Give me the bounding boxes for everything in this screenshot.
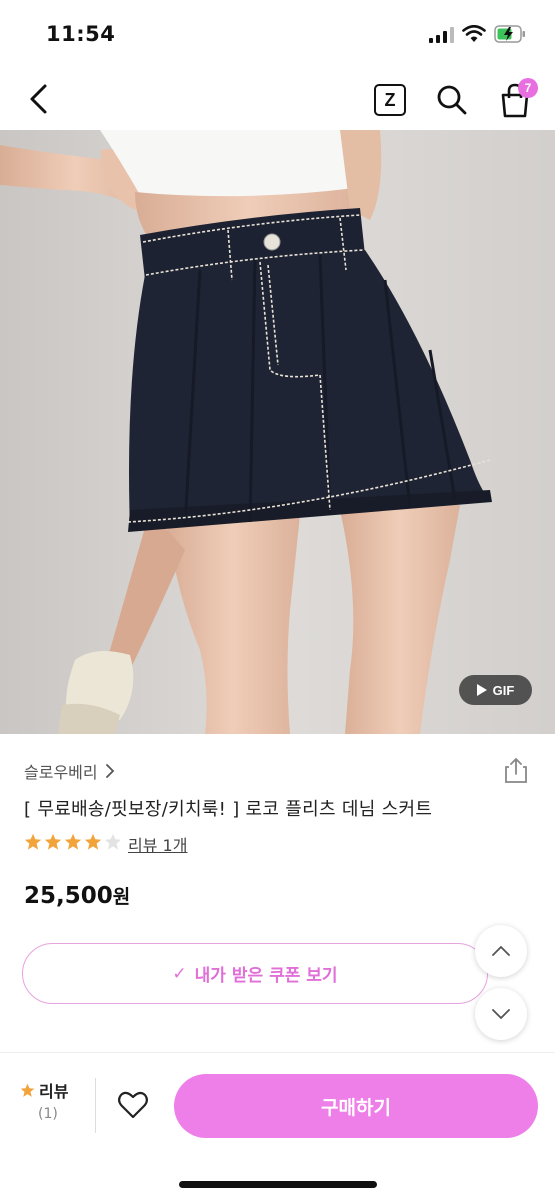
- skirt-photo: [0, 130, 555, 734]
- z-button[interactable]: Z: [374, 84, 406, 116]
- signal-icon: [429, 27, 454, 43]
- home-indicator: [179, 1181, 377, 1188]
- status-time: 11:54: [46, 22, 116, 46]
- battery-icon: [494, 25, 525, 43]
- star-filled-icon: [84, 833, 102, 850]
- product-image[interactable]: [0, 130, 555, 734]
- gif-label: GIF: [492, 682, 515, 698]
- chevron-up-icon: [492, 945, 510, 956]
- rating-stars: [24, 833, 122, 851]
- my-coupons-button[interactable]: ✓ 내가 받은 쿠폰 보기: [22, 943, 488, 1004]
- like-button[interactable]: [117, 1090, 149, 1120]
- bottom-review-count: (1): [38, 1106, 58, 1122]
- review-count-link[interactable]: 리뷰 1개: [128, 832, 187, 856]
- price-unit: 원: [112, 886, 131, 908]
- chevron-down-icon: [492, 1009, 510, 1020]
- status-bar: 11:54: [0, 0, 555, 70]
- coupon-button-label: 내가 받은 쿠폰 보기: [194, 966, 338, 986]
- price-number: 25,500: [24, 883, 113, 909]
- star-filled-icon: [44, 833, 62, 850]
- scroll-down-button[interactable]: [475, 988, 527, 1040]
- check-icon: ✓: [172, 963, 187, 984]
- brand-link[interactable]: 슬로우베리: [24, 758, 115, 784]
- bottom-separator: [95, 1078, 96, 1133]
- star-icon: [20, 1083, 35, 1097]
- bottom-review-label: 리뷰: [39, 1082, 69, 1101]
- chevron-right-icon: [105, 764, 114, 778]
- top-nav: Z: [0, 70, 555, 130]
- search-button[interactable]: [436, 83, 468, 117]
- product-title: [ 무료배송/핏보장/키치룩! ] 로코 플리츠 데님 스커트: [24, 799, 433, 820]
- price: 25,500원: [24, 882, 130, 909]
- cart-count-badge: 7: [518, 78, 538, 98]
- bottom-review-button[interactable]: 리뷰: [20, 1078, 68, 1102]
- star-filled-icon: [24, 833, 42, 850]
- brand-name: 슬로우베리: [24, 763, 98, 782]
- back-button[interactable]: [24, 82, 54, 116]
- wifi-icon: [462, 25, 486, 42]
- buy-button[interactable]: 구매하기: [174, 1074, 538, 1138]
- scroll-up-button[interactable]: [475, 925, 527, 977]
- play-icon: [476, 684, 487, 696]
- star-filled-icon: [64, 833, 82, 850]
- gif-badge[interactable]: GIF: [459, 675, 532, 705]
- star-empty-icon: [104, 833, 122, 850]
- share-button[interactable]: [503, 756, 529, 784]
- z-icon: Z: [384, 89, 396, 110]
